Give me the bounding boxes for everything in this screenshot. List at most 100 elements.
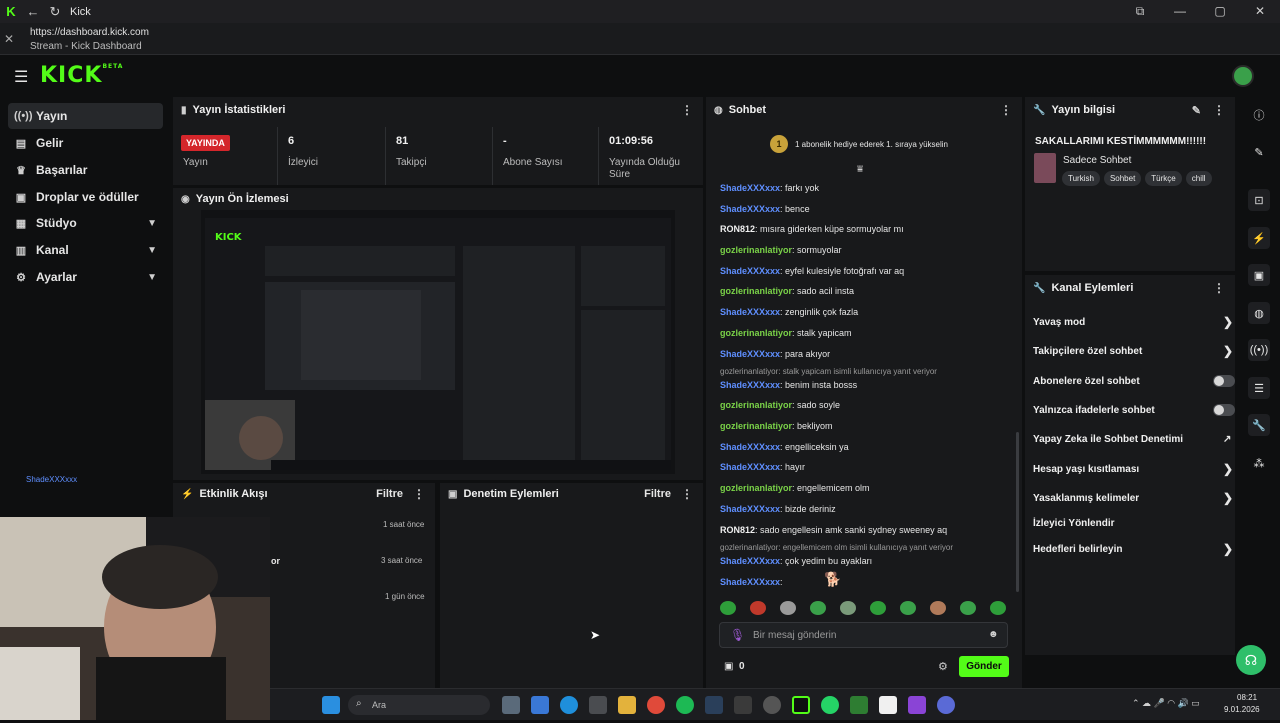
chat-username[interactable]: ShadeXXXxxx — [720, 349, 780, 359]
hamburger-menu-icon[interactable]: ☰ — [14, 67, 28, 87]
action-set-goals[interactable]: Hedefleri belirleyin ❯ — [1033, 537, 1233, 561]
broadcast-icon[interactable]: ((•)) — [1248, 339, 1270, 361]
chat-message[interactable]: ShadeXXXxxx: farkı yok — [720, 183, 819, 193]
chat-message[interactable]: ShadeXXXxxx: zenginlik çok fazla — [720, 307, 858, 317]
stream-tag[interactable]: Turkish — [1062, 171, 1100, 186]
gift-shop-icon[interactable]: ▣ — [724, 661, 733, 672]
sidebar-item-basarilar[interactable]: ♛ Başarılar — [8, 157, 163, 183]
chat-message[interactable]: RON812: mısıra giderken küpe sormuyolar … — [720, 224, 904, 234]
chat-username[interactable]: ShadeXXXxxx — [720, 204, 780, 214]
chat-username[interactable]: ShadeXXXxxx — [720, 307, 780, 317]
chat-username[interactable]: ShadeXXXxxx — [720, 380, 780, 390]
close-window-button[interactable]: ✕ — [1240, 4, 1280, 19]
target-icon[interactable]: ⊡ — [1248, 189, 1270, 211]
emote-button[interactable] — [870, 601, 886, 615]
apps-icon[interactable]: ⁂ — [1248, 452, 1270, 474]
widgets-icon[interactable] — [531, 696, 549, 714]
list-icon[interactable]: ☰ — [1248, 377, 1270, 399]
chat-message[interactable]: ShadeXXXxxx: para akıyor — [720, 349, 830, 359]
chat-message[interactable]: ShadeXXXxxx: benim insta bosss — [720, 380, 857, 390]
chat-scrollbar[interactable] — [1016, 432, 1019, 592]
bolt-icon[interactable]: ⚡ — [1248, 227, 1270, 249]
chat-username[interactable]: RON812 — [720, 224, 755, 234]
kick-taskbar-icon[interactable] — [792, 696, 810, 714]
chat-message[interactable]: gozlerinanlatiyor: stalk yapicam — [720, 328, 852, 338]
user-avatar[interactable] — [1232, 65, 1254, 87]
sidebar-item-kanal[interactable]: ▥ Kanal ▼ — [8, 237, 163, 263]
more-options-icon[interactable]: ⋮ — [1213, 281, 1225, 295]
emote-button[interactable] — [720, 601, 736, 615]
chrome-icon[interactable] — [647, 696, 665, 714]
emoji-icon[interactable]: ☻ — [988, 629, 999, 640]
file-explorer-icon[interactable] — [618, 696, 636, 714]
stream-preview-video[interactable]: KICK — [201, 210, 675, 474]
action-banned-words[interactable]: Yasaklanmış kelimeler ❯ — [1033, 486, 1233, 510]
chat-message[interactable]: ShadeXXXxxx: hayır — [720, 462, 805, 472]
chat-message[interactable]: gozlerinanlatiyor: sado acil insta — [720, 286, 854, 296]
wrench-icon[interactable]: 🔧 — [1248, 414, 1270, 436]
edit-pencil-icon[interactable]: ✎ — [1192, 104, 1201, 117]
action-raid[interactable]: İzleyici Yönlendir — [1033, 511, 1233, 535]
close-icon[interactable]: ✕ — [4, 32, 14, 46]
windows-start-icon[interactable] — [322, 696, 340, 714]
more-options-icon[interactable]: ⋮ — [1000, 103, 1012, 117]
chat-username[interactable]: gozlerinanlatiyor — [720, 483, 792, 493]
sidebar-item-yayin[interactable]: ((•)) Yayın — [8, 103, 163, 129]
chat-message[interactable]: gozlerinanlatiyor: sado soyle — [720, 400, 840, 410]
action-followers-only[interactable]: Takipçilere özel sohbet ❯ — [1033, 339, 1233, 363]
emote-button[interactable] — [930, 601, 946, 615]
more-options-icon[interactable]: ⋮ — [1213, 103, 1225, 117]
stream-tag[interactable]: Türkçe — [1145, 171, 1182, 186]
chat-username[interactable]: gozlerinanlatiyor — [720, 286, 792, 296]
chat-settings-gear-icon[interactable]: ⚙ — [938, 660, 948, 673]
visual-studio-icon[interactable] — [908, 696, 926, 714]
edit-pencil-icon[interactable]: ✎ — [1248, 141, 1270, 163]
maximize-button[interactable]: ▢ — [1200, 4, 1240, 19]
chat-message[interactable]: ShadeXXXxxx: bence — [720, 204, 810, 214]
whatsapp-icon[interactable] — [821, 696, 839, 714]
action-slow-mode[interactable]: Yavaş mod ❯ — [1033, 310, 1233, 334]
stream-tag[interactable]: chill — [1185, 171, 1212, 186]
chat-message[interactable]: ShadeXXXxxx: — [720, 577, 783, 587]
subscribers-only-toggle[interactable] — [1213, 375, 1235, 387]
chat-username[interactable]: ShadeXXXxxx — [720, 442, 780, 452]
chat-username[interactable]: gozlerinanlatiyor — [720, 421, 792, 431]
chat-input-box[interactable]: 🎙 Bir mesaj gönderin ☻ — [719, 622, 1008, 648]
moderation-filter-button[interactable]: Filtre — [644, 488, 671, 500]
edge-browser-icon[interactable] — [560, 696, 578, 714]
emote-button[interactable] — [750, 601, 766, 615]
chat-username[interactable]: gozlerinanlatiyor — [720, 245, 792, 255]
reload-icon[interactable]: ↻ — [44, 0, 66, 23]
taskbar-search-box[interactable]: ⌕ Ara — [348, 695, 490, 715]
action-ai-moderation[interactable]: Yapay Zeka ile Sohbet Denetimi ↗ — [1033, 427, 1233, 451]
minimize-button[interactable]: — — [1160, 4, 1200, 19]
chat-username[interactable]: ShadeXXXxxx — [720, 577, 780, 587]
chat-message[interactable]: gozlerinanlatiyor: bekliyom — [720, 421, 833, 431]
emotes-only-toggle[interactable] — [1213, 404, 1235, 416]
back-arrow-icon[interactable]: ← — [22, 0, 44, 23]
chat-message[interactable]: gozlerinanlatiyor: engellemicem olm — [720, 483, 870, 493]
chat-message[interactable]: ShadeXXXxxx: bizde deriniz — [720, 504, 836, 514]
emote-button[interactable] — [840, 601, 856, 615]
sidebar-item-studyo[interactable]: ▦ Stüdyo ▼ — [8, 210, 163, 236]
app-green-icon[interactable] — [850, 696, 868, 714]
spotify-icon[interactable] — [676, 696, 694, 714]
chat-username[interactable]: ShadeXXXxxx — [720, 462, 780, 472]
microphone-icon[interactable]: 🎙 — [730, 628, 745, 642]
task-view-icon[interactable] — [502, 696, 520, 714]
more-options-icon[interactable]: ⋮ — [681, 103, 693, 117]
emote-button[interactable] — [810, 601, 826, 615]
capcut-icon[interactable] — [734, 696, 752, 714]
info-icon[interactable]: ⓘ — [1248, 104, 1270, 126]
chat-message[interactable]: ShadeXXXxxx: çok yedim bu ayakları — [720, 556, 872, 566]
chat-message[interactable]: gozlerinanlatiyor: sormuyolar — [720, 245, 842, 255]
chat-username[interactable]: gozlerinanlatiyor — [720, 328, 792, 338]
kick-logo[interactable]: KICKBETA — [40, 63, 123, 88]
category-name[interactable]: Sadece Sohbet — [1063, 155, 1131, 166]
store-icon[interactable] — [589, 696, 607, 714]
sidebar-item-droplar[interactable]: ▣ Droplar ve ödüller — [8, 184, 163, 210]
obs-icon[interactable] — [763, 696, 781, 714]
steam-icon[interactable] — [705, 696, 723, 714]
emote-button[interactable] — [990, 601, 1006, 615]
chat-username[interactable]: ShadeXXXxxx — [720, 183, 780, 193]
